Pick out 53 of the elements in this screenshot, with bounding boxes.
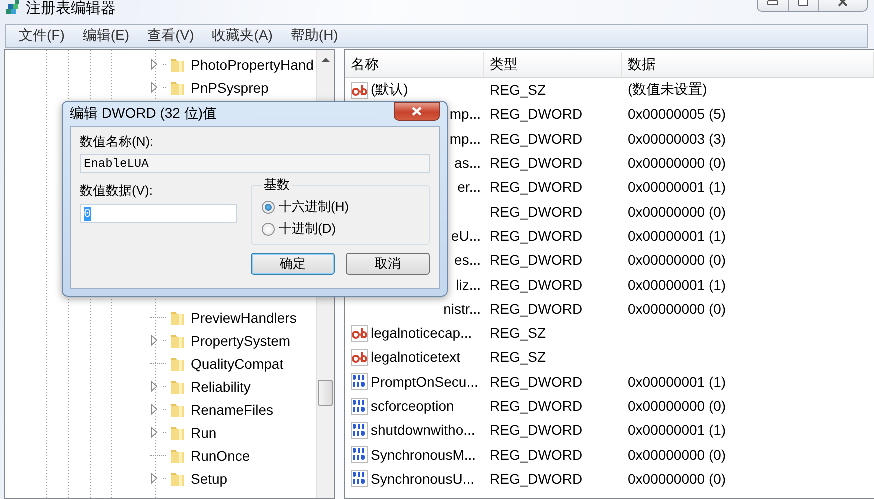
value-name: (默认) (371, 81, 408, 100)
field-label: 数值名称(N): (80, 133, 155, 151)
value-name: nistr... (444, 300, 481, 317)
value-data: 0x00000000 (0) (628, 252, 726, 268)
value-type: REG_DWORD (489, 204, 584, 220)
value-type: REG_DWORD (489, 252, 584, 268)
value-data: 0x00000001 (1) (628, 276, 726, 293)
value-type: REG_DWORD (489, 130, 584, 147)
value-name: PromptOnSecu... (371, 374, 478, 390)
field-label: 数值数据(V): (80, 183, 153, 198)
value-data: 0x00000000 (0) (628, 398, 726, 414)
value-name: liz... (456, 276, 481, 293)
value-name: legalnoticetext (371, 349, 461, 366)
value-type: REG_DWORD (489, 398, 584, 414)
value-name: SynchronousM... (371, 446, 476, 463)
value-type: REG_DWORD (489, 422, 584, 438)
value-name: as... (454, 155, 481, 172)
value-name: scforceoption (371, 398, 454, 414)
value-data: 0x00000000 (0) (628, 155, 726, 172)
value-type: REG_DWORD (489, 446, 584, 463)
value-data: 0x00000001 (1) (628, 374, 726, 390)
value-name: es... (454, 252, 481, 268)
value-name: legalnoticecap... (371, 325, 472, 342)
value-type: REG_DWORD (489, 106, 584, 122)
value-data: 0x00000000 (0) (628, 204, 726, 220)
value-type: REG_SZ (489, 325, 548, 342)
value-type: REG_DWORD (489, 155, 584, 172)
value-name: mp... (450, 130, 481, 147)
value-type: REG_DWORD (489, 228, 584, 244)
value-type: REG_DWORD (489, 300, 584, 317)
value-data: 0x00000000 (0) (628, 300, 726, 317)
group-label: 基数 (263, 176, 291, 194)
value-name: er... (458, 179, 481, 196)
window-title: 注册表编辑器 (26, 0, 116, 17)
value-data: 0x00000001 (1) (628, 228, 726, 244)
value-name: SynchronousU... (371, 470, 474, 487)
value-type: REG_DWORD (489, 276, 584, 293)
value-type: REG_DWORD (489, 179, 584, 196)
value-type: REG_SZ (489, 82, 548, 98)
value-name: mp... (450, 106, 481, 122)
value-name: shutdownwitho... (371, 422, 476, 438)
value-name: eU... (451, 228, 481, 244)
value-type: REG_DWORD (489, 374, 584, 390)
value-data: 0x00000000 (0) (628, 446, 726, 463)
dialog-title: 编辑 DWORD (32 位)值 (70, 105, 217, 123)
value-type: REG_SZ (489, 349, 548, 366)
value-data: 0x00000001 (1) (628, 179, 726, 196)
value-data: 0x00000000 (0) (628, 470, 726, 487)
value-data: (数值未设置) (628, 81, 708, 98)
value-data: 0x00000005 (5) (628, 106, 726, 122)
value-data: 0x00000003 (3) (628, 130, 726, 147)
value-data: 0x00000001 (1) (628, 422, 726, 438)
value-type: REG_DWORD (489, 470, 584, 487)
